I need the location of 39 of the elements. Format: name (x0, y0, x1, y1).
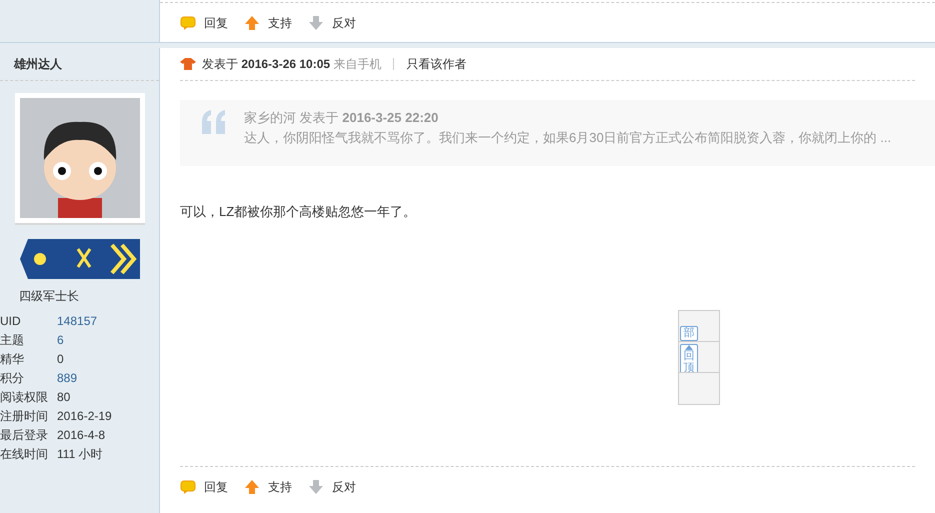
stat-label: 最后登录 (0, 426, 49, 444)
stat-label: 在线时间 (0, 446, 49, 462)
action-button[interactable]: 支持 (244, 478, 292, 496)
arrow-up-icon (244, 479, 260, 495)
stat-value: 2016-4-8 (57, 426, 106, 444)
stat-label: 积分 (0, 370, 25, 386)
quote-header: 家乡的河 发表于 2016-3-25 22:20 (244, 109, 440, 127)
action-button[interactable]: 回复 (180, 478, 228, 496)
stat-label: 精华 (0, 350, 25, 368)
arrow-down-icon (308, 479, 324, 495)
quote-icon (200, 110, 228, 134)
stat-label: 主题 (0, 332, 25, 348)
post-content: 可以，LZ都被你那个高楼贴忽悠一年了。 (180, 203, 418, 221)
speech-bubble-icon (180, 479, 196, 495)
arrow-down-icon (308, 15, 324, 31)
stat-label: 阅读权限 (0, 388, 49, 406)
stat-value: 0 (57, 350, 64, 368)
arrow-up-icon (244, 15, 260, 31)
speech-bubble-icon (180, 15, 196, 31)
action-button[interactable]: 反对 (308, 478, 356, 496)
action-button[interactable]: 回复 (180, 14, 228, 32)
triangle-up-icon (685, 345, 693, 350)
stat-value: 80 (57, 388, 70, 406)
author-name[interactable]: 雄州达人 (14, 55, 62, 73)
rank-title: 四级军士长 (19, 288, 80, 305)
quote-text: 达人，你阴阳怪气我就不骂你了。我们来一个约定，如果6月30日前官方正式公布简阳脱资入蓉，你就闭上你的 ... (244, 129, 892, 147)
action-button[interactable]: 反对 (308, 14, 356, 32)
stat-link[interactable]: 889 (57, 368, 78, 386)
stat-label: UID (0, 312, 22, 330)
stat-link[interactable]: 148157 (57, 312, 98, 330)
stat-link[interactable]: 6 (57, 330, 64, 348)
rank-badge-icon (20, 239, 140, 279)
stat-value: 111 小时 (57, 446, 103, 462)
author-only-link[interactable]: 只看该作者 (406, 55, 466, 73)
stat-value: 2016-2-19 (57, 408, 112, 424)
action-button[interactable]: 支持 (244, 14, 292, 32)
post-meta: 发表于 2016-3-26 10:05 来自手机 (202, 56, 382, 73)
shirt-icon (180, 57, 196, 71)
stat-label: 注册时间 (0, 408, 49, 424)
